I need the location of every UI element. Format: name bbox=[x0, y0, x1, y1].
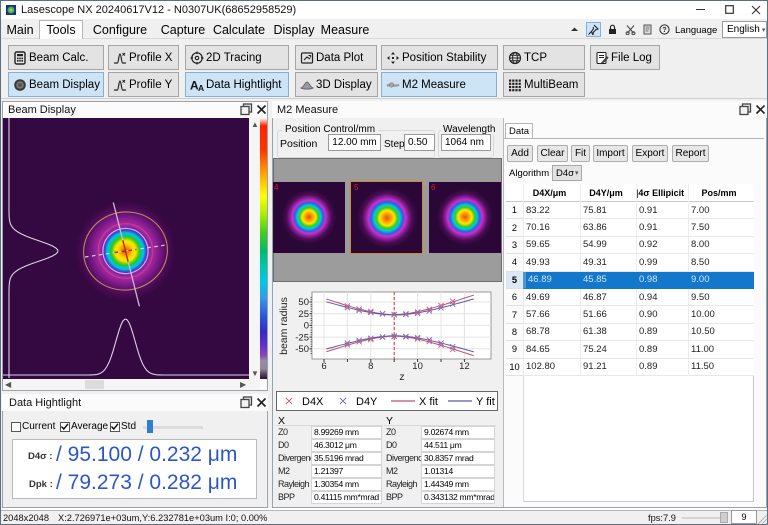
svg-text:10: 10 bbox=[412, 361, 423, 372]
svg-text:X fit: X fit bbox=[419, 396, 438, 408]
svg-text:-50: -50 bbox=[295, 344, 309, 355]
svg-text:D4Y: D4Y bbox=[356, 396, 378, 408]
svg-text:D4X: D4X bbox=[302, 396, 324, 408]
svg-text:Y fit: Y fit bbox=[476, 396, 495, 408]
svg-text:z: z bbox=[399, 371, 404, 383]
svg-text:0: 0 bbox=[304, 321, 309, 332]
svg-text:A: A bbox=[198, 83, 204, 92]
svg-text:50: 50 bbox=[298, 297, 309, 308]
svg-text:-25: -25 bbox=[295, 332, 309, 343]
svg-text:8: 8 bbox=[368, 361, 373, 372]
svg-text:12: 12 bbox=[459, 361, 470, 372]
svg-text:25: 25 bbox=[298, 309, 309, 320]
svg-text:?: ? bbox=[662, 27, 666, 34]
svg-text:beam radius: beam radius bbox=[278, 297, 290, 355]
svg-text:6: 6 bbox=[321, 361, 326, 372]
